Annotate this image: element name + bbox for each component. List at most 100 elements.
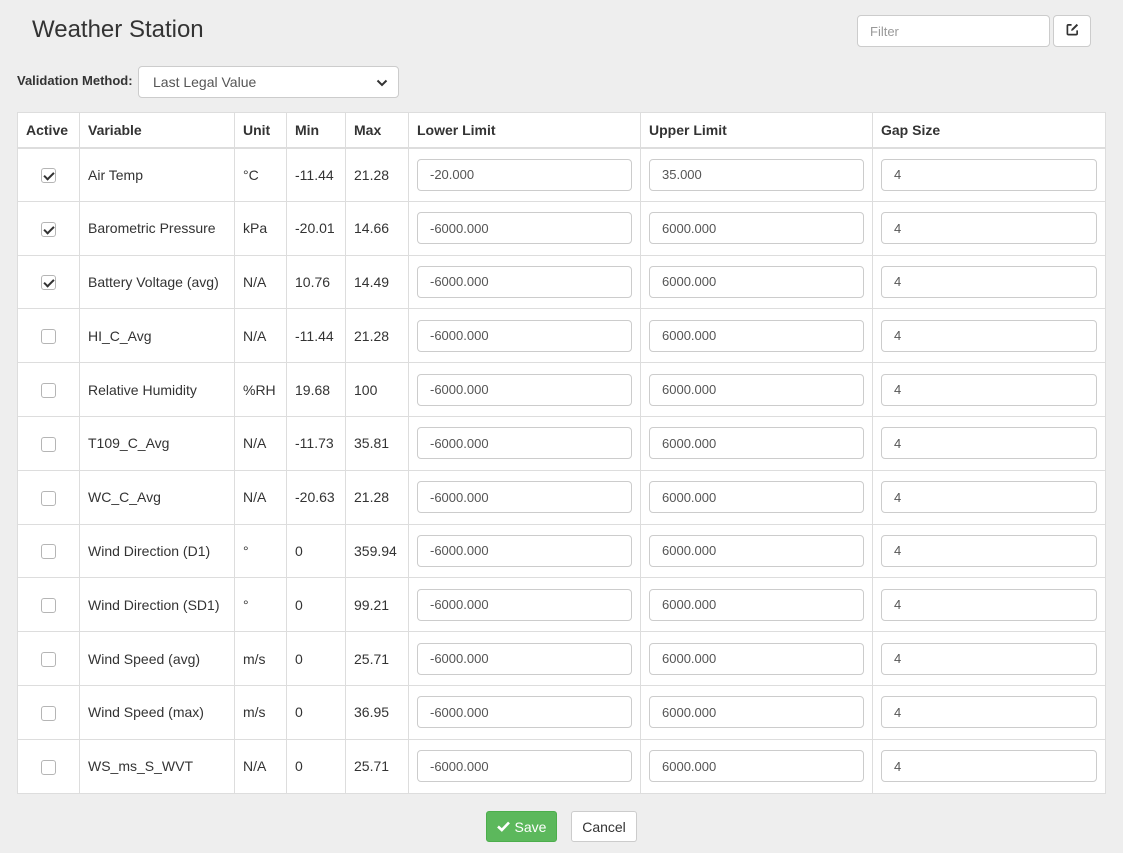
gap-size-input[interactable] [881, 642, 1097, 675]
save-label: Save [514, 818, 547, 835]
upper-limit-input[interactable] [649, 158, 864, 191]
active-cell [17, 577, 80, 633]
upper-limit-input[interactable] [649, 696, 864, 729]
gap-size-input[interactable] [881, 158, 1097, 191]
upper-limit-input[interactable] [649, 750, 864, 783]
gap-size-input[interactable] [881, 481, 1097, 514]
unit-cell: ° [234, 577, 287, 633]
lower-limit-input[interactable] [417, 696, 632, 729]
table-row: Wind Speed (avg) m/s 0 25.71 [17, 631, 1106, 686]
table-row: WC_C_Avg N/A -20.63 21.28 [17, 469, 1106, 525]
active-checkbox[interactable] [41, 221, 56, 237]
max-cell: 21.28 [345, 308, 409, 364]
upper-limit-input[interactable] [649, 373, 864, 406]
upper-limit-input[interactable] [649, 642, 864, 675]
active-cell [17, 684, 80, 740]
upper-limit-input[interactable] [649, 534, 864, 567]
active-cell [17, 308, 80, 364]
lower-limit-input[interactable] [417, 750, 632, 783]
upper-limit-cell [640, 738, 873, 794]
gap-size-cell [872, 631, 1106, 686]
min-cell: 19.68 [286, 362, 346, 417]
gap-size-input[interactable] [881, 588, 1097, 621]
check-icon [496, 819, 510, 835]
lower-limit-input[interactable] [417, 319, 632, 352]
upper-limit-input[interactable] [649, 588, 864, 621]
lower-limit-input[interactable] [417, 158, 632, 191]
table-row: Wind Direction (D1) ° 0 359.94 [17, 523, 1106, 579]
active-checkbox[interactable] [41, 759, 56, 775]
variables-table: Active Variable Unit Min Max Lower Limit… [17, 112, 1106, 794]
filter-input[interactable] [857, 15, 1050, 47]
upper-limit-input[interactable] [649, 319, 864, 352]
lower-limit-input[interactable] [417, 481, 632, 514]
lower-limit-cell [408, 200, 641, 256]
column-header-max: Max [345, 112, 409, 149]
validation-method-select[interactable]: Last Legal Value [138, 66, 399, 98]
upper-limit-cell [640, 200, 873, 256]
min-cell: 0 [286, 577, 346, 633]
max-cell: 25.71 [345, 631, 409, 686]
gap-size-input[interactable] [881, 427, 1097, 460]
cancel-button[interactable]: Cancel [571, 811, 637, 842]
edit-icon [1066, 23, 1079, 39]
edit-button[interactable] [1053, 15, 1091, 47]
active-checkbox[interactable] [41, 329, 56, 345]
lower-limit-input[interactable] [417, 534, 632, 567]
gap-size-input[interactable] [881, 319, 1097, 352]
active-checkbox[interactable] [41, 382, 56, 398]
upper-limit-input[interactable] [649, 212, 864, 245]
table-row: Battery Voltage (avg) N/A 10.76 14.49 [17, 254, 1106, 310]
upper-limit-cell [640, 415, 873, 471]
max-cell: 100 [345, 362, 409, 417]
min-cell: -11.44 [286, 308, 346, 364]
gap-size-cell [872, 738, 1106, 794]
upper-limit-input[interactable] [649, 265, 864, 298]
lower-limit-input[interactable] [417, 212, 632, 245]
gap-size-input[interactable] [881, 265, 1097, 298]
active-checkbox[interactable] [41, 490, 56, 506]
lower-limit-input[interactable] [417, 373, 632, 406]
lower-limit-input[interactable] [417, 265, 632, 298]
gap-size-input[interactable] [881, 373, 1097, 406]
lower-limit-input[interactable] [417, 427, 632, 460]
lower-limit-cell [408, 308, 641, 364]
active-cell [17, 631, 80, 686]
unit-cell: kPa [234, 200, 287, 256]
active-cell [17, 469, 80, 525]
unit-cell: N/A [234, 308, 287, 364]
table-row: Wind Direction (SD1) ° 0 99.21 [17, 577, 1106, 633]
active-checkbox[interactable] [41, 275, 56, 291]
gap-size-input[interactable] [881, 750, 1097, 783]
min-cell: 0 [286, 684, 346, 740]
gap-size-input[interactable] [881, 212, 1097, 245]
active-checkbox[interactable] [41, 651, 56, 667]
active-checkbox[interactable] [41, 168, 56, 184]
gap-size-input[interactable] [881, 696, 1097, 729]
lower-limit-input[interactable] [417, 642, 632, 675]
active-checkbox[interactable] [41, 598, 56, 614]
max-cell: 35.81 [345, 415, 409, 471]
active-cell [17, 147, 80, 202]
gap-size-input[interactable] [881, 534, 1097, 567]
upper-limit-input[interactable] [649, 427, 864, 460]
upper-limit-input[interactable] [649, 481, 864, 514]
min-cell: 0 [286, 631, 346, 686]
unit-cell: %RH [234, 362, 287, 417]
max-cell: 14.49 [345, 254, 409, 310]
min-cell: 0 [286, 523, 346, 579]
column-header-upper-limit: Upper Limit [640, 112, 873, 149]
column-header-gap-size: Gap Size [872, 112, 1106, 149]
active-cell [17, 254, 80, 310]
gap-size-cell [872, 254, 1106, 310]
active-checkbox[interactable] [41, 705, 56, 721]
max-cell: 99.21 [345, 577, 409, 633]
save-button[interactable]: Save [486, 811, 557, 842]
active-cell [17, 362, 80, 417]
active-checkbox[interactable] [41, 544, 56, 560]
column-header-unit: Unit [234, 112, 287, 149]
unit-cell: ° [234, 523, 287, 579]
min-cell: -20.63 [286, 469, 346, 525]
lower-limit-input[interactable] [417, 588, 632, 621]
active-checkbox[interactable] [41, 436, 56, 452]
